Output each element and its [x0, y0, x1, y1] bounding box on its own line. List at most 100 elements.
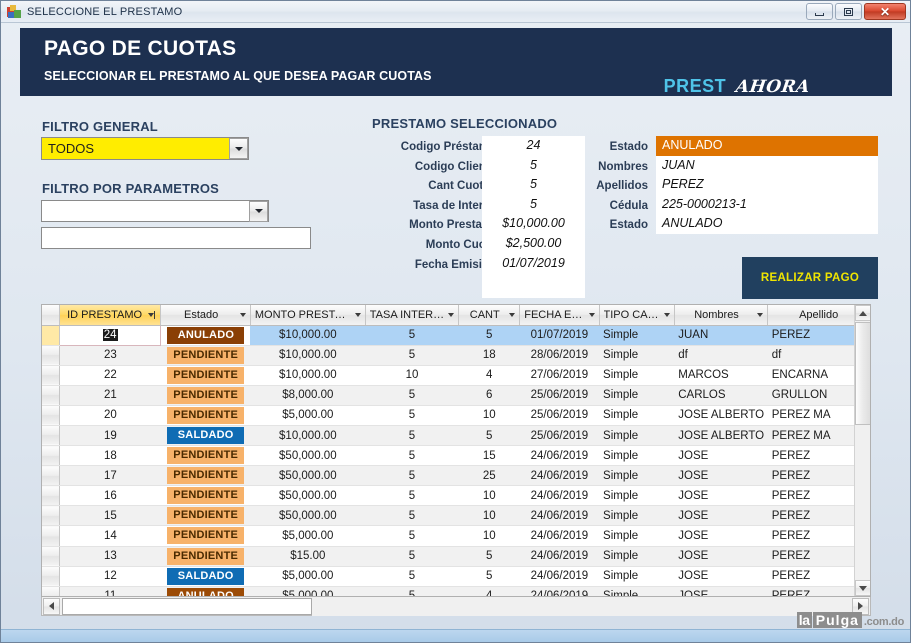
cell-fecha-emis[interactable]: 25/06/2019 — [519, 425, 600, 447]
cell-nombres[interactable]: MARCOS — [674, 365, 768, 386]
cell-monto-prestamo[interactable]: $8,000.00 — [250, 385, 366, 406]
record-number-input[interactable] — [62, 597, 312, 615]
cell-id-prestamo[interactable]: 19 — [59, 425, 161, 447]
column-header-estado[interactable]: Estado — [160, 305, 251, 326]
column-header-cant[interactable]: CANT — [458, 305, 521, 326]
cell-estado[interactable]: PENDIENTE — [160, 546, 251, 567]
cell-tasa-interes[interactable]: 5 — [365, 405, 459, 426]
cell-id-prestamo[interactable]: 11 — [59, 586, 161, 596]
cell-fecha-emis[interactable]: 24/06/2019 — [519, 445, 600, 467]
cell-nombres[interactable]: JOSE — [674, 546, 768, 567]
cell-id-prestamo[interactable]: 23 — [59, 345, 161, 366]
cell-nombres[interactable]: JOSE — [674, 505, 768, 527]
column-header-monto-prestamo[interactable]: MONTO PRESTAMO — [250, 305, 366, 326]
cell-cant[interactable]: 15 — [458, 445, 520, 467]
table-row[interactable]: 14 PENDIENTE $5,000.00 5 10 24/06/2019 Simple J… — [42, 525, 870, 547]
cell-id-prestamo[interactable]: 24 — [58, 324, 162, 346]
column-header-id-prestamo[interactable]: ID PRESTAMO — [59, 305, 162, 326]
filtro-search-input[interactable] — [41, 227, 311, 249]
cell-tipo-calc[interactable]: Simple — [599, 425, 675, 447]
cell-tipo-calc[interactable]: Simple — [599, 345, 675, 366]
realizar-pago-button[interactable]: REALIZAR PAGO — [742, 257, 878, 299]
cell-estado[interactable]: PENDIENTE — [160, 525, 251, 547]
row-selector[interactable] — [42, 485, 60, 507]
cell-monto-prestamo[interactable]: $5,000.00 — [250, 525, 366, 547]
cell-tasa-interes[interactable]: 5 — [365, 566, 459, 587]
cell-tipo-calc[interactable]: Simple — [599, 566, 675, 587]
cell-cant[interactable]: 10 — [458, 485, 520, 507]
table-row[interactable]: 12 SALDADO $5,000.00 5 5 24/06/2019 Simple JOSE… — [42, 566, 870, 587]
row-selector[interactable] — [42, 445, 60, 467]
horizontal-scroll-track[interactable] — [312, 596, 852, 616]
record-navigator[interactable] — [41, 596, 871, 616]
chevron-down-icon[interactable] — [249, 200, 268, 222]
cell-monto-prestamo[interactable]: $10,000.00 — [250, 365, 366, 386]
cell-nombres[interactable]: JOSE — [674, 566, 768, 587]
cell-tasa-interes[interactable]: 10 — [365, 365, 459, 386]
table-row[interactable]: 19 SALDADO $10,000.00 5 5 25/06/2019 Simple JOS… — [42, 425, 870, 447]
cell-estado[interactable]: SALDADO — [160, 425, 251, 447]
cell-tipo-calc[interactable]: Simple — [599, 525, 675, 547]
cell-nombres[interactable]: JOSE — [674, 485, 768, 507]
cell-tasa-interes[interactable]: 5 — [365, 425, 459, 447]
table-row[interactable]: 11 ANULADO $5,000.00 5 4 24/06/2019 Simple JOSE… — [42, 586, 870, 596]
cell-id-prestamo[interactable]: 12 — [59, 566, 161, 587]
cell-tasa-interes[interactable]: 5 — [365, 445, 459, 467]
row-selector[interactable] — [42, 385, 60, 406]
cell-tasa-interes[interactable]: 5 — [365, 325, 459, 346]
cell-nombres[interactable]: JOSE — [674, 465, 768, 487]
cell-id-prestamo[interactable]: 13 — [59, 546, 161, 567]
cell-nombres[interactable]: JOSE — [674, 445, 768, 467]
cell-estado[interactable]: ANULADO — [160, 586, 251, 596]
cell-nombres[interactable]: CARLOS — [674, 385, 768, 406]
table-row[interactable]: 23 PENDIENTE $10,000.00 5 18 28/06/2019 Simple… — [42, 345, 870, 366]
restore-button[interactable] — [835, 3, 862, 20]
row-selector[interactable] — [42, 325, 60, 346]
cell-monto-prestamo[interactable]: $10,000.00 — [250, 345, 366, 366]
cell-cant[interactable]: 10 — [458, 405, 520, 426]
cell-tasa-interes[interactable]: 5 — [365, 586, 459, 596]
close-button[interactable]: ✕ — [864, 3, 906, 20]
cell-tipo-calc[interactable]: Simple — [599, 385, 675, 406]
cell-cant[interactable]: 10 — [458, 505, 520, 527]
cell-monto-prestamo[interactable]: $50,000.00 — [250, 505, 366, 527]
cell-fecha-emis[interactable]: 24/06/2019 — [519, 525, 600, 547]
cell-tasa-interes[interactable]: 5 — [365, 385, 459, 406]
cell-cant[interactable]: 18 — [458, 345, 520, 366]
cell-fecha-emis[interactable]: 28/06/2019 — [519, 345, 600, 366]
table-row[interactable]: 16 PENDIENTE $50,000.00 5 10 24/06/2019 Simple… — [42, 485, 870, 507]
cell-id-prestamo[interactable]: 21 — [59, 385, 161, 406]
row-selector[interactable] — [42, 345, 60, 366]
cell-estado[interactable]: PENDIENTE — [160, 345, 251, 366]
cell-nombres[interactable]: JOSE — [674, 525, 768, 547]
cell-nombres[interactable]: df — [674, 345, 768, 366]
cell-tipo-calc[interactable]: Simple — [599, 325, 675, 346]
row-selector[interactable] — [42, 405, 60, 426]
cell-tipo-calc[interactable]: Simple — [599, 546, 675, 567]
cell-monto-prestamo[interactable]: $50,000.00 — [250, 465, 366, 487]
cell-id-prestamo[interactable]: 17 — [59, 465, 161, 487]
cell-monto-prestamo[interactable]: $15.00 — [250, 546, 366, 567]
cell-estado[interactable]: PENDIENTE — [160, 365, 251, 386]
row-selector[interactable] — [42, 566, 60, 587]
cell-tasa-interes[interactable]: 5 — [365, 345, 459, 366]
cell-fecha-emis[interactable]: 25/06/2019 — [519, 405, 600, 426]
prestamos-table[interactable]: ID PRESTAMO Estado MONTO PRESTAMO TASA I… — [41, 304, 871, 597]
cell-tasa-interes[interactable]: 5 — [365, 485, 459, 507]
cell-monto-prestamo[interactable]: $10,000.00 — [250, 425, 366, 447]
cell-estado[interactable]: PENDIENTE — [160, 385, 251, 406]
table-row[interactable]: 24 ANULADO $10,000.00 5 5 01/07/2019 Simple JUA… — [42, 324, 870, 346]
scroll-down-button[interactable] — [855, 580, 870, 596]
cell-estado[interactable]: PENDIENTE — [160, 485, 251, 507]
cell-monto-prestamo[interactable]: $10,000.00 — [250, 325, 366, 346]
cell-estado[interactable]: PENDIENTE — [160, 465, 251, 487]
minimize-button[interactable] — [806, 3, 833, 20]
row-selector[interactable] — [42, 525, 60, 547]
cell-monto-prestamo[interactable]: $5,000.00 — [250, 586, 366, 596]
cell-monto-prestamo[interactable]: $50,000.00 — [250, 445, 366, 467]
cell-cant[interactable]: 25 — [458, 465, 520, 487]
table-vertical-scrollbar[interactable] — [854, 305, 870, 596]
filtro-parametros-combo[interactable] — [41, 200, 269, 222]
chevron-down-icon[interactable] — [229, 138, 248, 159]
cell-tasa-interes[interactable]: 5 — [365, 525, 459, 547]
